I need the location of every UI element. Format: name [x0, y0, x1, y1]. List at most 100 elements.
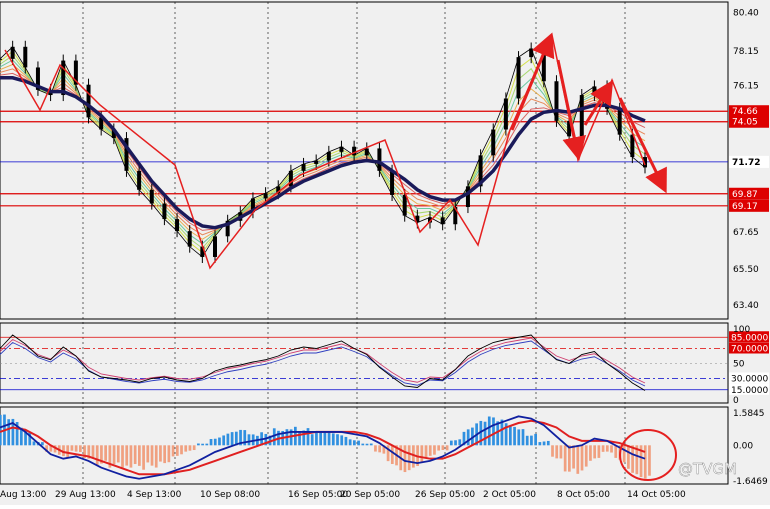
macd-histogram-bar [542, 441, 546, 446]
macd-histogram-bar [492, 417, 495, 446]
macd-histogram-bar [95, 445, 99, 466]
macd-histogram-bar [159, 445, 162, 462]
time-tick-label: 29 Aug 13:00 [55, 490, 116, 500]
macd-histogram-bar [572, 445, 575, 469]
macd-histogram-bar [197, 443, 200, 446]
osc1-level-label: 15.0000 [731, 386, 768, 396]
macd-histogram-bar [530, 435, 533, 446]
macd-histogram-bar [369, 443, 373, 446]
macd-histogram-bar [192, 445, 196, 451]
macd-histogram-bar [466, 429, 470, 446]
price-candle [377, 148, 382, 171]
macd-histogram-bar [584, 445, 588, 467]
level-tag-label: 74.05 [732, 118, 758, 128]
osc1-tick-label: 100 [733, 325, 750, 335]
macd-histogram-bar [441, 445, 445, 450]
macd-histogram-bar [614, 445, 618, 458]
price-candle [465, 186, 470, 208]
macd-histogram-bar [340, 435, 344, 446]
macd-histogram-bar [546, 440, 550, 446]
macd-histogram-bar [188, 445, 192, 451]
level-tag-label: 69.17 [732, 202, 758, 212]
macd-histogram-bar [226, 433, 230, 446]
macd-histogram-bar [129, 445, 133, 468]
level-tag-label: 69.87 [732, 190, 758, 200]
price-candle [213, 236, 217, 257]
macd-tick-label: 1.5845 [733, 409, 765, 419]
macd-histogram-bar [593, 445, 597, 459]
price-tick-label: 78.15 [733, 47, 759, 57]
macd-histogram-bar [424, 445, 428, 458]
price-candle [390, 170, 395, 195]
price-tick-label: 80.40 [733, 8, 759, 18]
macd-histogram-bar [551, 445, 554, 457]
level-tag-label: 74.66 [732, 107, 758, 117]
time-tick-label: 26 Sep 05:00 [415, 490, 475, 500]
osc1-level-label: 70.0000 [731, 345, 768, 355]
macd-histogram-bar [458, 439, 462, 446]
macd-histogram-bar [7, 419, 11, 446]
macd-histogram-bar [154, 445, 158, 468]
macd-histogram-bar [433, 445, 436, 455]
macd-tick-label: 0.00 [733, 441, 753, 451]
macd-histogram-bar [353, 440, 356, 446]
macd-histogram-bar [74, 445, 78, 452]
macd-histogram-bar [331, 433, 335, 446]
macd-histogram-bar [390, 445, 394, 465]
macd-histogram-bar [163, 445, 167, 464]
price-candle [86, 84, 91, 118]
price-tick-label: 76.15 [733, 82, 759, 92]
macd-histogram-bar [323, 432, 327, 446]
macd-histogram-bar [513, 426, 516, 446]
macd-histogram-bar [142, 445, 145, 470]
macd-histogram-bar [517, 429, 521, 446]
macd-histogram-bar [643, 445, 647, 479]
macd-histogram-bar [365, 443, 369, 446]
time-tick-label: 14 Oct 05:00 [627, 490, 686, 500]
macd-histogram-bar [534, 433, 537, 446]
macd-histogram-bar [508, 426, 512, 446]
time-tick-label: 2 Oct 05:00 [483, 490, 536, 500]
macd-histogram-bar [622, 445, 626, 463]
chart-window: 80.40 78.15 76.15 71.72 67.65 65.50 63.40 74.66… [0, 0, 770, 505]
time-tick-label: 10 Sep 08:00 [200, 490, 260, 500]
price-candle [579, 95, 584, 137]
macd-histogram-bar [306, 428, 310, 446]
macd-histogram-bar [428, 445, 432, 456]
macd-histogram-bar [175, 445, 179, 456]
macd-histogram-bar [125, 445, 129, 466]
macd-histogram-bar [597, 445, 601, 458]
macd-histogram-bar [0, 414, 2, 446]
osc1-tick-label: 50 [733, 360, 745, 370]
macd-histogram-bar [336, 434, 339, 446]
macd-histogram-bar [230, 432, 234, 446]
macd-histogram-bar [41, 442, 44, 446]
macd-histogram-bar [580, 445, 584, 471]
osc1-tick-label: 0 [733, 396, 739, 406]
macd-histogram-bar [357, 440, 360, 446]
macd-histogram-bar [167, 445, 171, 463]
macd-histogram-bar [327, 432, 331, 446]
macd-histogram-bar [559, 445, 563, 459]
macd-histogram-bar [589, 445, 592, 461]
price-candle [23, 46, 28, 68]
macd-histogram-bar [315, 432, 318, 446]
macd-histogram-bar [631, 445, 634, 473]
macd-histogram-bar [116, 445, 120, 463]
macd-histogram-bar [378, 445, 382, 453]
price-candle [617, 108, 622, 135]
macd-histogram-bar [555, 445, 559, 459]
macd-histogram-bar [78, 445, 82, 452]
macd-histogram-bar [483, 421, 487, 446]
price-candle [516, 57, 521, 99]
price-candle [503, 98, 508, 130]
price-tick-label: 65.50 [733, 265, 759, 275]
macd-histogram-bar [209, 439, 213, 446]
macd-histogram-bar [454, 440, 457, 446]
time-tick-label: Aug 13:00 [0, 490, 47, 500]
macd-histogram-bar [437, 445, 441, 451]
macd-histogram-bar [374, 445, 377, 452]
macd-histogram-bar [205, 443, 209, 446]
macd-histogram-bar [361, 443, 365, 446]
macd-histogram-bar [146, 445, 150, 463]
